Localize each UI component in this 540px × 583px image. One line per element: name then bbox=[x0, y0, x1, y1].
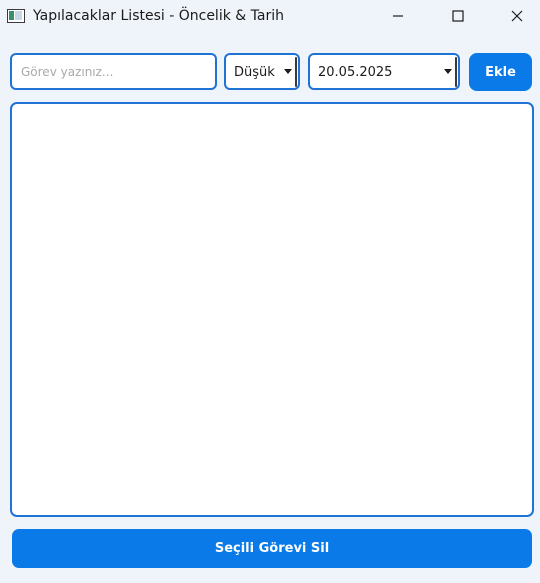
maximize-icon bbox=[452, 10, 464, 22]
maximize-button[interactable] bbox=[435, 0, 481, 32]
chevron-down-icon bbox=[444, 69, 452, 74]
task-list[interactable] bbox=[10, 102, 534, 517]
select-edge-divider bbox=[455, 57, 457, 87]
minimize-icon bbox=[393, 15, 403, 17]
title-bar[interactable]: Yapılacaklar Listesi - Öncelik & Tarih bbox=[0, 0, 540, 34]
app-window-icon bbox=[7, 9, 25, 23]
close-icon bbox=[511, 10, 523, 22]
app-window: Yapılacaklar Listesi - Öncelik & Tarih D… bbox=[0, 0, 540, 583]
minimize-button[interactable] bbox=[375, 0, 421, 32]
delete-selected-task-button[interactable]: Seçili Görevi Sil bbox=[12, 529, 532, 568]
add-task-button[interactable]: Ekle bbox=[469, 53, 532, 91]
window-title: Yapılacaklar Listesi - Öncelik & Tarih bbox=[33, 8, 284, 24]
date-picker[interactable]: 20.05.2025 bbox=[308, 53, 460, 90]
select-edge-divider bbox=[295, 57, 297, 87]
task-input[interactable] bbox=[10, 53, 217, 90]
priority-select[interactable]: Düşük bbox=[224, 53, 300, 90]
date-selected-value: 20.05.2025 bbox=[318, 65, 393, 80]
priority-selected-value: Düşük bbox=[234, 65, 275, 80]
close-button[interactable] bbox=[494, 0, 540, 32]
chevron-down-icon bbox=[284, 69, 292, 74]
